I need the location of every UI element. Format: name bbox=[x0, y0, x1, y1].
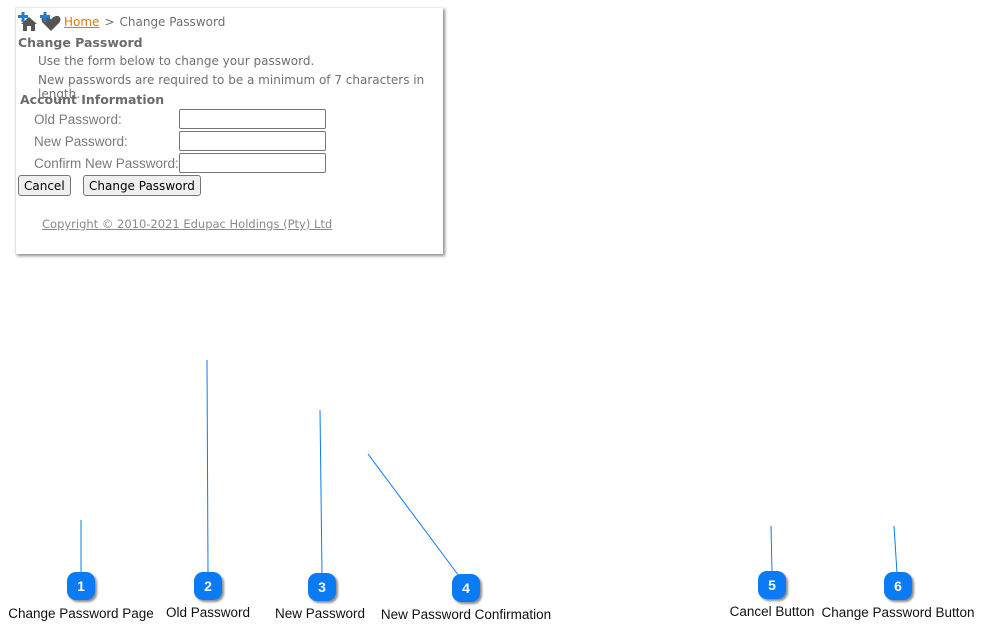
callout-label-5: Cancel Button bbox=[729, 604, 815, 619]
callout-line-4 bbox=[367, 453, 460, 577]
callout-lines bbox=[80, 359, 898, 577]
callout-line-2 bbox=[206, 359, 209, 574]
callout-badge-2: 2 bbox=[194, 572, 222, 600]
callout-badge-1: 1 bbox=[67, 572, 95, 600]
callout-line-5 bbox=[770, 525, 773, 573]
callout-label-1: Change Password Page bbox=[8, 606, 154, 621]
callout-line-6 bbox=[893, 525, 898, 574]
callout-badge-4: 4 bbox=[452, 574, 480, 602]
callout-badge-6: 6 bbox=[884, 572, 912, 600]
callout-label-2: Old Password bbox=[165, 605, 251, 620]
callout-badge-5: 5 bbox=[758, 571, 786, 599]
callout-label-4: New Password Confirmation bbox=[380, 607, 552, 622]
callout-layer: 1 Change Password Page 2 Old Password 3 … bbox=[0, 0, 988, 639]
callout-label-6: Change Password Button bbox=[821, 605, 975, 620]
callout-badge-3: 3 bbox=[308, 573, 336, 601]
callout-label-3: New Password bbox=[274, 606, 366, 621]
callout-line-3 bbox=[319, 409, 323, 575]
